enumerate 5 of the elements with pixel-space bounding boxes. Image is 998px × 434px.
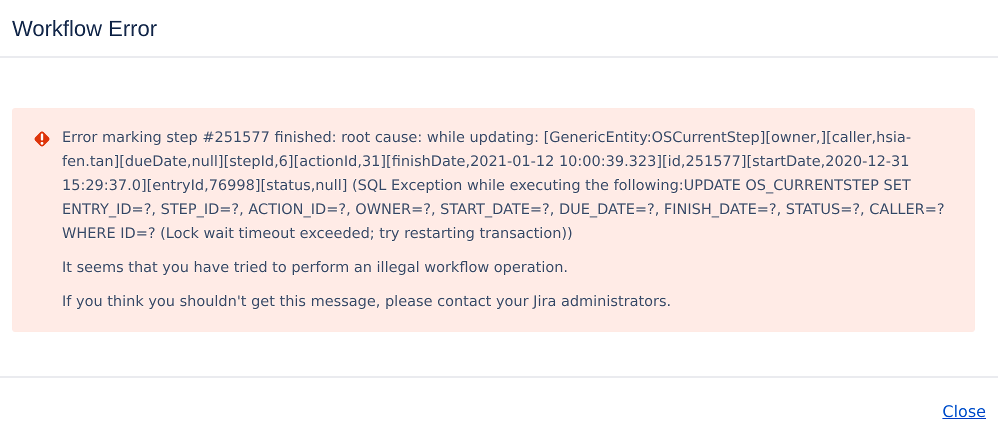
error-text: If you think you shouldn't get this message, please contact your Jira administrators. xyxy=(62,293,672,312)
close-link[interactable]: Close xyxy=(942,400,986,424)
error-text: Error marking step #251577 finished: root cause: while updating: [GenericEntity:OSCurrentStep][owner,][caller,hsia-fen.tan][dueDate,null][stepId,6][actionId,31][finishDate,2021-01-12 10:00:39.323][id,251577][startDate,2020-12-31 15:29:37.0][entryId,76998][status,null] (SQL Exception while executing the following:UPDATE OS_CURRENTSTEP SET ENTRY_ID=?, STEP_ID=?, ACTION_ID=?, OWNER=?, START_DATE=?, DUE_DATE=?, FINISH_DATE=?, STATUS=?, CALLER=? WHERE ID=? (Lock wait timeout exceeded; try restarting transaction)) xyxy=(62,129,946,244)
error-text: It seems that you have tried to perform an illegal workflow operation. xyxy=(62,259,570,278)
dialog-title: Workflow Error xyxy=(12,14,158,42)
